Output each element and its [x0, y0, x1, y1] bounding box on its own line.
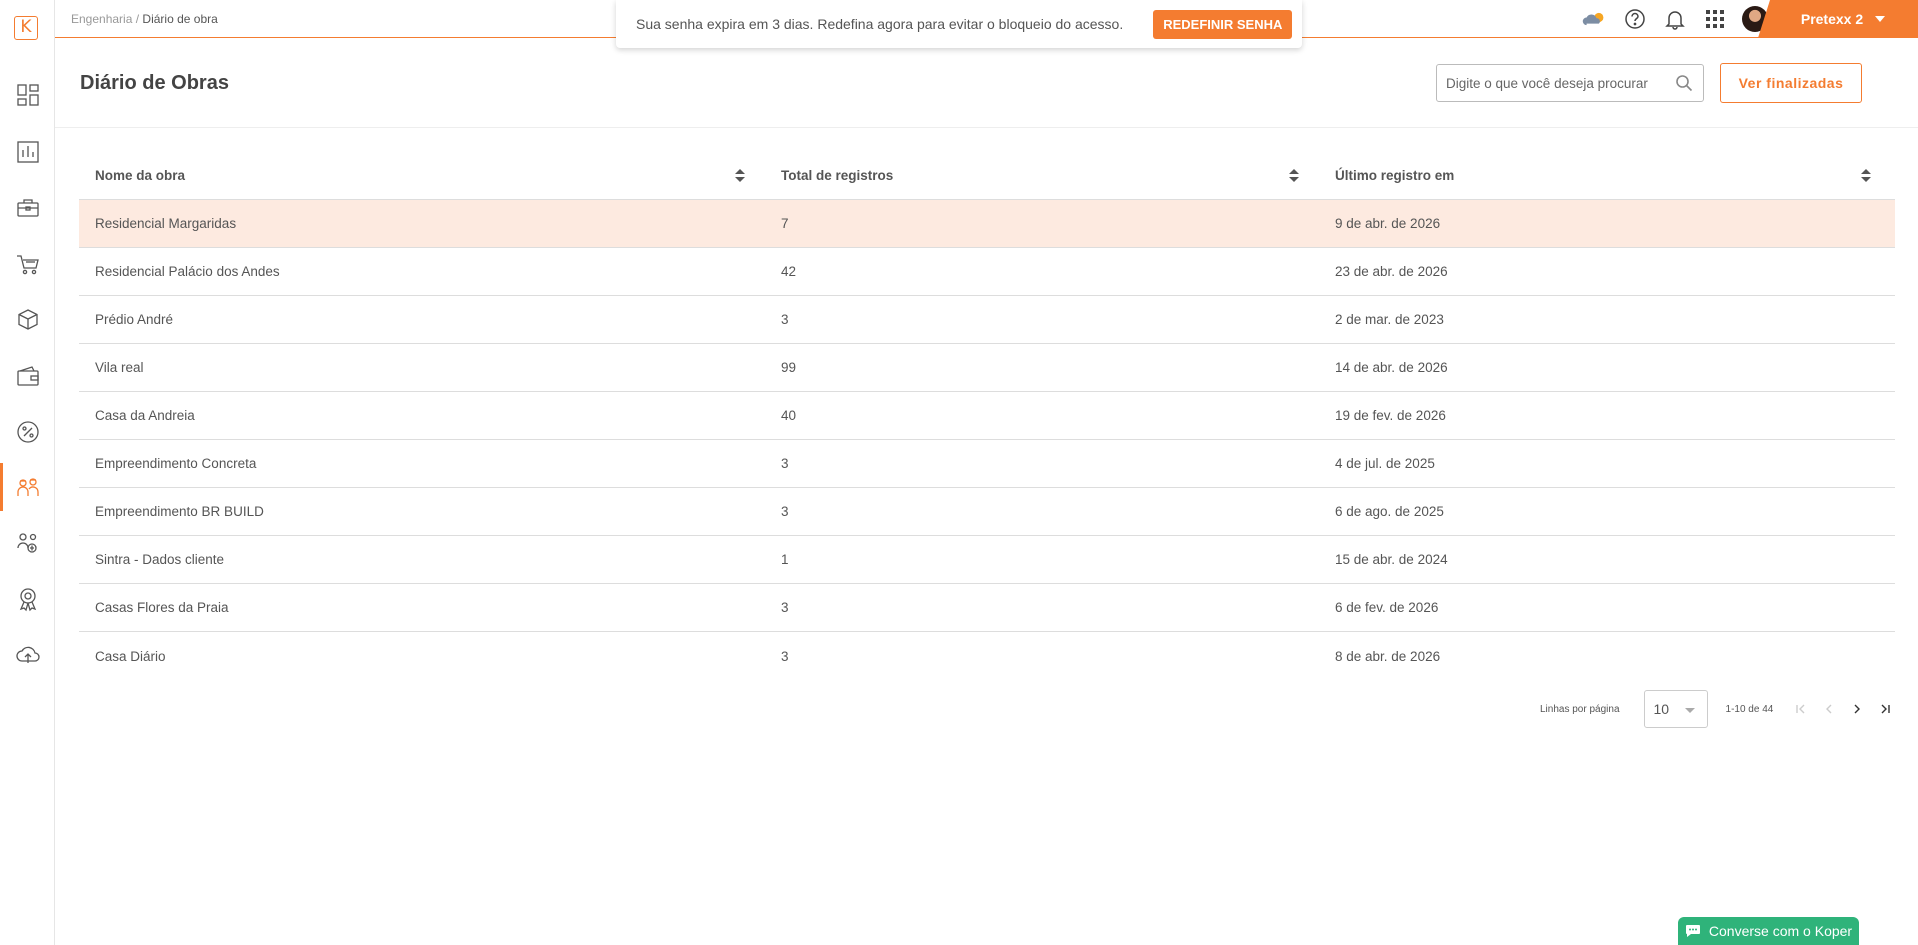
top-icons	[1582, 6, 1768, 32]
table-row[interactable]: Empreendimento Concreta 3 4 de jul. de 2…	[79, 440, 1895, 488]
chat-button[interactable]: Converse com o Koper	[1678, 917, 1859, 945]
pagination-range: 1-10 de 44	[1725, 703, 1774, 715]
cell-last: 6 de fev. de 2026	[1335, 600, 1439, 615]
cell-name: Casa Diário	[95, 648, 166, 664]
column-header-label: Total de registros	[781, 168, 894, 183]
apps-grid-icon[interactable]	[1702, 6, 1728, 32]
cell-name: Prédio André	[95, 312, 174, 327]
shopping-cart-icon[interactable]	[0, 240, 55, 288]
cell-name: Empreendimento Concreta	[95, 456, 257, 471]
table-row[interactable]: Sintra - Dados cliente 1 15 de abr. de 2…	[79, 536, 1895, 584]
search-icon[interactable]	[1675, 74, 1693, 97]
reset-password-button[interactable]: REDEFINIR SENHA	[1153, 9, 1293, 39]
page-title: Diário de Obras	[80, 72, 229, 94]
first-page-icon[interactable]	[1787, 699, 1815, 719]
breadcrumb: Engenharia / Diário de obra	[71, 12, 218, 26]
cell-name: Residencial Margaridas	[95, 216, 237, 231]
table-row[interactable]: Residencial Palácio dos Andes 42 23 de a…	[79, 248, 1895, 296]
cell-total: 3	[781, 504, 789, 519]
cell-name: Empreendimento BR BUILD	[95, 504, 264, 519]
table-row[interactable]: Empreendimento BR BUILD 3 6 de ago. de 2…	[79, 488, 1895, 536]
cell-last: 23 de abr. de 2026	[1335, 264, 1448, 279]
people-settings-icon[interactable]	[0, 519, 55, 567]
password-expiry-banner: Sua senha expira em 3 dias. Redefina ago…	[616, 0, 1302, 48]
chevron-down-icon	[1684, 708, 1695, 713]
column-header-label: Nome da obra	[95, 168, 186, 183]
box-stock-icon[interactable]	[0, 296, 55, 344]
table-row[interactable]: Residencial Margaridas 7 9 de abr. de 20…	[79, 200, 1895, 248]
cell-last: 6 de ago. de 2025	[1335, 504, 1444, 519]
cell-name: Casa da Andreia	[95, 408, 195, 423]
search-input[interactable]	[1446, 75, 1671, 91]
rows-per-page-label: Linhas por página	[1540, 703, 1620, 715]
table-row[interactable]: Casa da Andreia 40 19 de fev. de 2026	[79, 392, 1895, 440]
cell-last: 9 de abr. de 2026	[1335, 216, 1441, 231]
banner-message: Sua senha expira em 3 dias. Redefina ago…	[636, 16, 1124, 32]
weather-icon[interactable]	[1582, 6, 1608, 32]
logo[interactable]: K	[14, 16, 38, 40]
table-header: Nome da obra Total de registros Último r…	[79, 152, 1895, 200]
works-table: Nome da obra Total de registros Último r…	[79, 152, 1895, 680]
help-icon[interactable]	[1622, 6, 1648, 32]
engineering-workers-icon[interactable]	[0, 463, 55, 511]
search-box	[1436, 64, 1704, 102]
view-finished-button[interactable]: Ver finalizadas	[1720, 63, 1862, 103]
reports-chart-icon[interactable]	[0, 128, 55, 176]
cell-last: 19 de fev. de 2026	[1335, 408, 1446, 423]
award-badge-icon[interactable]	[0, 575, 55, 623]
cell-total: 40	[781, 408, 797, 423]
chat-bubble-icon	[1685, 925, 1700, 937]
cell-name: Vila real	[95, 360, 144, 375]
breadcrumb-separator: /	[135, 12, 140, 26]
column-header-name[interactable]: Nome da obra	[79, 152, 765, 200]
sidebar: K	[0, 0, 55, 945]
pagination: Linhas por página 10 1-10 de 44	[1540, 690, 1899, 728]
next-page-icon[interactable]	[1843, 699, 1871, 719]
column-header-last[interactable]: Último registro em	[1319, 152, 1895, 200]
last-page-icon[interactable]	[1871, 699, 1899, 719]
sort-icon[interactable]	[1289, 168, 1299, 183]
sort-icon[interactable]	[1861, 168, 1871, 183]
breadcrumb-current: Diário de obra	[142, 12, 218, 26]
cell-last: 14 de abr. de 2026	[1335, 360, 1448, 375]
cell-last: 2 de mar. de 2023	[1335, 312, 1444, 327]
user-name: Pretexx 2	[1800, 11, 1864, 27]
dashboard-icon[interactable]	[0, 71, 55, 119]
table-row[interactable]: Prédio André 3 2 de mar. de 2023	[79, 296, 1895, 344]
rows-per-page-value: 10	[1653, 701, 1670, 717]
breadcrumb-parent[interactable]: Engenharia	[71, 12, 132, 26]
cell-total: 3	[781, 312, 789, 327]
cloud-upload-icon[interactable]	[0, 631, 55, 679]
notification-bell-icon[interactable]	[1662, 6, 1688, 32]
cell-total: 3	[781, 600, 789, 615]
cell-total: 7	[781, 216, 789, 231]
percent-icon[interactable]	[0, 408, 55, 456]
chat-label: Converse com o Koper	[1708, 923, 1853, 939]
cell-last: 15 de abr. de 2024	[1335, 552, 1448, 567]
table-row[interactable]: Casas Flores da Praia 3 6 de fev. de 202…	[79, 584, 1895, 632]
cell-total: 3	[781, 456, 789, 471]
cell-last: 8 de abr. de 2026	[1335, 648, 1441, 664]
cell-total: 1	[781, 552, 789, 567]
header-divider	[55, 127, 1918, 128]
column-header-total[interactable]: Total de registros	[765, 152, 1319, 200]
table-row[interactable]: Vila real 99 14 de abr. de 2026	[79, 344, 1895, 392]
cell-total: 3	[781, 648, 789, 664]
user-menu-button[interactable]: Pretexx 2	[1758, 0, 1918, 38]
cell-name: Sintra - Dados cliente	[95, 552, 225, 567]
cell-total: 42	[781, 264, 797, 279]
briefcase-icon[interactable]	[0, 184, 55, 232]
chevron-down-icon	[1875, 16, 1886, 22]
cell-last: 4 de jul. de 2025	[1335, 456, 1435, 471]
sort-icon[interactable]	[735, 168, 745, 183]
cell-name: Residencial Palácio dos Andes	[95, 264, 280, 279]
table-row[interactable]: Casa Diário 3 8 de abr. de 2026	[79, 632, 1895, 680]
cell-total: 99	[781, 360, 797, 375]
previous-page-icon[interactable]	[1815, 699, 1843, 719]
rows-per-page-select[interactable]: 10	[1643, 690, 1708, 728]
column-header-label: Último registro em	[1335, 168, 1455, 183]
wallet-icon[interactable]	[0, 352, 55, 400]
cell-name: Casas Flores da Praia	[95, 600, 229, 615]
